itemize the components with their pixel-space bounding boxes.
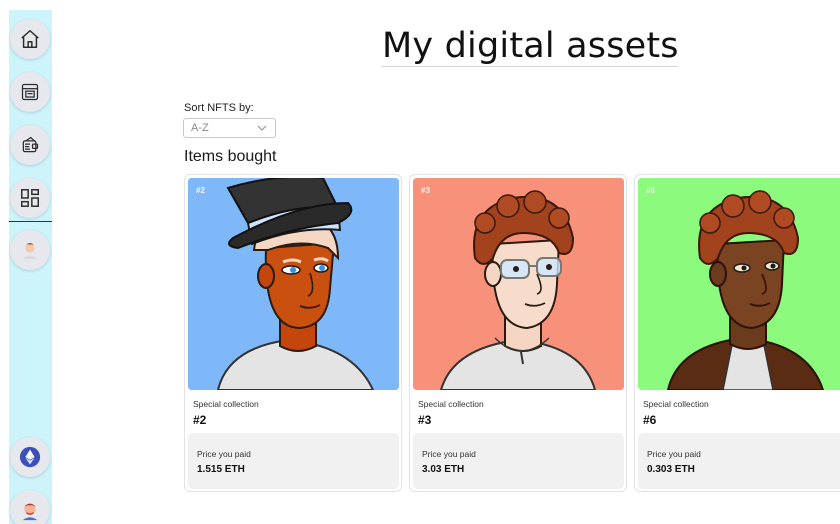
nft-image: #2	[188, 178, 399, 390]
card-name: #2	[193, 413, 207, 427]
nft-card[interactable]: #2 Special collection #2 Price you paid …	[184, 174, 402, 492]
price-value: 3.03 ETH	[422, 464, 465, 475]
sort-select[interactable]: A-Z	[183, 118, 276, 138]
price-label: Price you paid	[647, 449, 701, 459]
chevron-down-icon	[257, 125, 267, 131]
nft-store-button[interactable]	[10, 72, 50, 112]
home-button[interactable]	[10, 19, 50, 59]
section-title: Items bought	[184, 148, 277, 165]
card-collection: Special collection	[193, 399, 259, 409]
profile-button[interactable]	[10, 230, 50, 270]
page-title: My digital assets	[382, 26, 679, 66]
price-box: Price you paid 1.515 ETH	[188, 433, 399, 489]
nft-card[interactable]: #6 Special collection #6 Price you paid …	[634, 174, 840, 492]
dashboard-button[interactable]	[10, 178, 50, 218]
home-icon	[21, 30, 39, 48]
nft-store-icon	[21, 83, 39, 101]
user-avatar-button[interactable]	[10, 490, 50, 524]
card-tag: #2	[196, 186, 205, 195]
price-box: Price you paid 3.03 ETH	[413, 433, 624, 489]
sidebar-divider	[9, 221, 52, 222]
sidebar	[9, 10, 52, 524]
nft-image: #6	[638, 178, 840, 390]
price-box: Price you paid 0.303 ETH	[638, 433, 840, 489]
card-name: #3	[418, 413, 432, 427]
wallet-icon	[22, 136, 39, 153]
dashboard-icon	[21, 189, 39, 207]
wallet-button[interactable]	[10, 125, 50, 165]
sort-label: Sort NFTS by:	[184, 102, 254, 114]
price-label: Price you paid	[422, 449, 476, 459]
nft-card[interactable]: #3 Special collection #3 Price you paid …	[409, 174, 627, 492]
card-collection: Special collection	[643, 399, 709, 409]
price-label: Price you paid	[197, 449, 251, 459]
card-tag: #6	[646, 186, 655, 195]
ethereum-icon	[19, 446, 41, 468]
card-tag: #3	[421, 186, 430, 195]
sort-selected-value: A-Z	[191, 122, 209, 134]
price-value: 1.515 ETH	[197, 464, 245, 475]
card-collection: Special collection	[418, 399, 484, 409]
nft-image: #3	[413, 178, 624, 390]
ethereum-button[interactable]	[10, 437, 50, 477]
user-avatar-icon	[22, 503, 38, 521]
profile-avatar-icon	[22, 243, 38, 260]
price-value: 0.303 ETH	[647, 464, 695, 475]
card-name: #6	[643, 413, 657, 427]
title-underline	[382, 66, 678, 67]
